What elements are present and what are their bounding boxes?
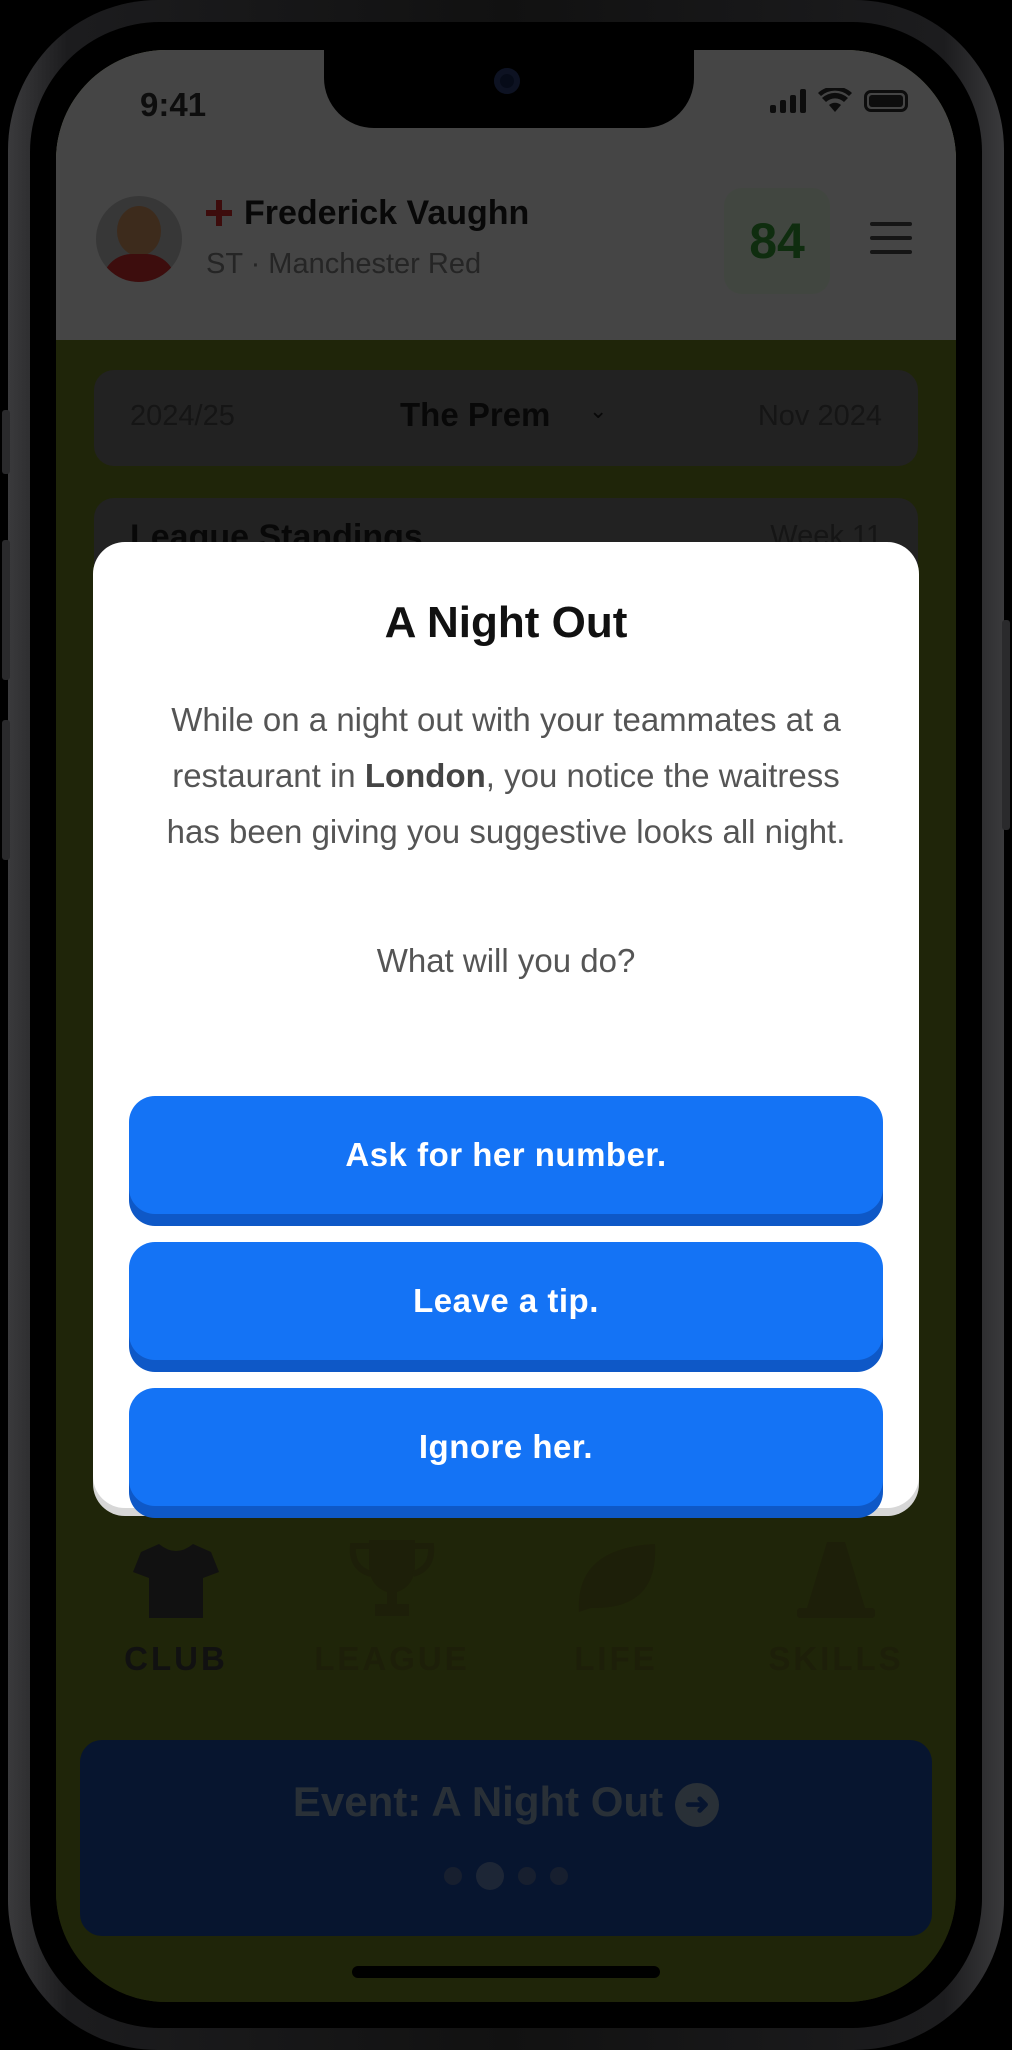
season-selector-bar: 2024/25 The Prem ⌄ Nov 2024 <box>94 370 918 466</box>
battery-icon <box>864 90 908 112</box>
modal-title: A Night Out <box>384 598 628 647</box>
player-avatar[interactable] <box>96 196 182 282</box>
pager-dot[interactable] <box>518 1867 536 1885</box>
arrow-right-icon: ➜ <box>675 1782 720 1827</box>
nav-item-club[interactable]: CLUB <box>76 1530 276 1678</box>
player-rating-badge[interactable]: 84 <box>724 188 830 294</box>
choice-button-ignore[interactable]: Ignore her. <box>129 1388 883 1506</box>
nav-label-league: LEAGUE <box>314 1640 470 1677</box>
nav-item-life[interactable]: LIFE <box>516 1530 716 1678</box>
season-year: 2024/25 <box>130 400 235 432</box>
front-camera-icon <box>494 68 520 94</box>
event-banner[interactable]: Event: A Night Out ➜ <box>80 1740 932 1936</box>
hamburger-menu-icon[interactable] <box>870 222 912 264</box>
nav-label-life: LIFE <box>574 1640 658 1677</box>
event-banner-title: Event: A Night Out ➜ <box>80 1778 932 1827</box>
pager-dot-active[interactable] <box>476 1862 504 1890</box>
volume-up-button <box>2 540 10 680</box>
cellular-signal-icon <box>770 89 806 113</box>
england-flag-icon <box>206 200 232 226</box>
status-icons <box>770 88 908 114</box>
choice-button-leave-tip[interactable]: Leave a tip. <box>129 1242 883 1360</box>
league-dropdown[interactable]: The Prem <box>400 396 550 434</box>
modal-location: London <box>364 757 486 794</box>
notch <box>324 50 694 128</box>
pager-dot[interactable] <box>444 1867 462 1885</box>
nav-label-club: CLUB <box>124 1640 228 1677</box>
nav-item-league[interactable]: LEAGUE <box>292 1530 492 1678</box>
current-month: Nov 2024 <box>757 400 882 432</box>
modal-question: What will you do? <box>376 942 636 979</box>
volume-down-button <box>2 720 10 860</box>
pager-dot[interactable] <box>550 1867 568 1885</box>
home-indicator <box>352 1966 660 1978</box>
status-time: 9:41 <box>140 86 207 123</box>
nav-item-skills[interactable]: SKILLS <box>736 1530 936 1678</box>
modal-description: While on a night out with your teammates… <box>149 692 863 860</box>
power-button <box>1002 620 1010 830</box>
silent-switch <box>2 410 10 474</box>
pager-dots <box>80 1862 932 1890</box>
leaf-icon <box>578 1544 656 1612</box>
nav-label-skills: SKILLS <box>768 1640 904 1677</box>
bottom-nav: CLUB LEAGUE LIFE SKILLS <box>56 1530 956 1750</box>
wifi-icon <box>818 88 852 112</box>
event-banner-label: Event: A Night Out <box>292 1778 664 1825</box>
cone-icon <box>797 1542 875 1618</box>
choice-button-ask-number[interactable]: Ask for her number. <box>129 1096 883 1214</box>
chevron-down-icon[interactable]: ⌄ <box>589 398 607 424</box>
app-screen: 9:41 Frederick Vaughn ST · Manchester Re… <box>56 50 956 2002</box>
shirt-icon <box>133 1544 219 1618</box>
player-name: Frederick Vaughn <box>244 194 530 232</box>
player-position-club: ST · Manchester Red <box>206 248 482 280</box>
trophy-icon <box>349 1540 435 1616</box>
event-modal: A Night Out While on a night out with yo… <box>93 542 919 1508</box>
